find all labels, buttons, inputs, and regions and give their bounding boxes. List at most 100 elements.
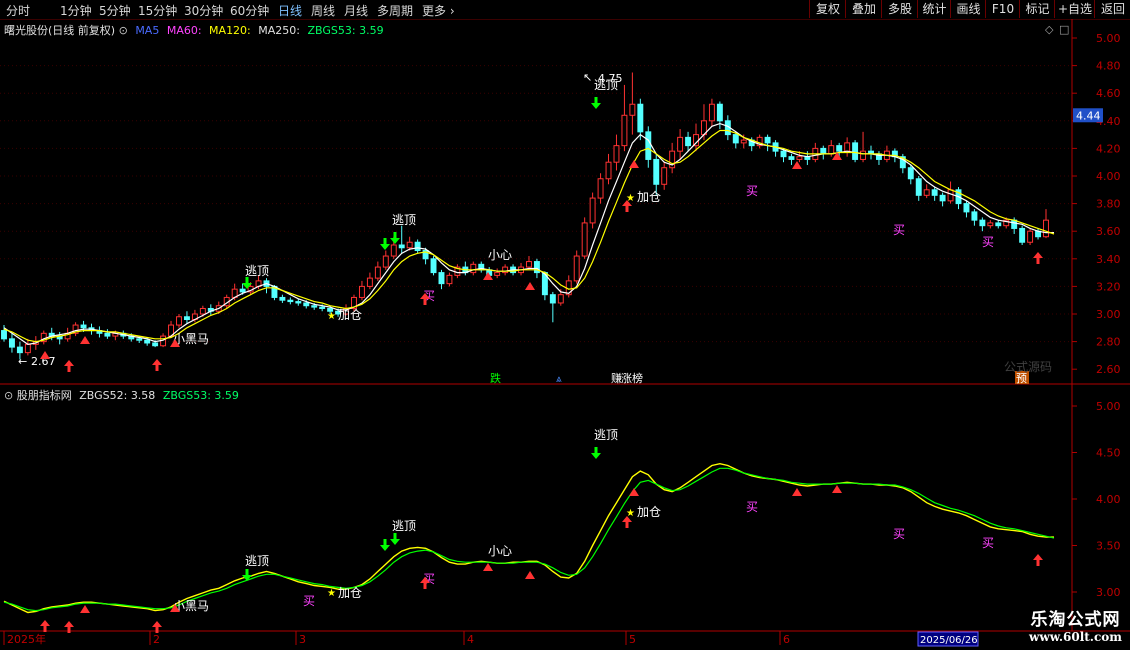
date-label: 2025年 [7, 632, 46, 646]
rank-marker: 涨榜 [621, 371, 643, 385]
high-arrow-icon: ↖ [583, 71, 592, 84]
candle-body [398, 244, 405, 249]
candle-body [80, 324, 87, 329]
tab-5min[interactable]: 5分钟 [99, 2, 131, 19]
date-label: 4 [467, 633, 474, 646]
button-statistics[interactable]: 统计 [917, 0, 951, 18]
candle-body [971, 211, 978, 221]
triangle-marker [629, 160, 639, 168]
zbgs53-value: ZBGS53: 3.59 [162, 389, 239, 402]
period-toolbar: 分时 1分钟 5分钟 15分钟 30分钟 60分钟 日线 周线 月线 多周期 更… [0, 0, 1130, 20]
candle-body [8, 338, 15, 348]
candle-body [1043, 219, 1049, 238]
down-arrow-icon [591, 97, 601, 109]
button-draw-line[interactable]: 画线 [950, 0, 986, 18]
candle-body [708, 103, 715, 122]
candle-body [319, 306, 326, 309]
buy-label: 买 [982, 235, 994, 249]
candle-body [295, 301, 302, 304]
price-tick-label: 4.20 [1096, 142, 1121, 155]
tab-weekly[interactable]: 周线 [311, 2, 335, 19]
candle-body [589, 197, 596, 224]
zbgs52-value: ZBGS52: 3.58 [79, 389, 156, 402]
candle-body [629, 103, 636, 116]
settings-icon[interactable]: ⊙ [4, 389, 13, 402]
candle-body [844, 142, 851, 152]
candle-body [382, 255, 389, 268]
candle-body [1, 330, 7, 340]
candle-body [494, 272, 501, 276]
candle-body [947, 189, 954, 202]
tab-more[interactable]: 更多 › [422, 2, 455, 19]
candle-body [152, 342, 159, 347]
button-add-watchlist[interactable]: +自选 [1054, 0, 1095, 18]
date-cursor-label: 2025/06/26 [920, 635, 978, 646]
tab-daily[interactable]: 日线 [278, 2, 302, 19]
tab-15min[interactable]: 15分钟 [138, 2, 177, 19]
candle-body [995, 222, 1002, 227]
candle-body [860, 150, 867, 160]
candle-body [939, 194, 946, 202]
price-axis: 5.004.804.604.404.204.003.803.603.403.20… [1045, 23, 1121, 599]
candle-body [183, 316, 190, 321]
date-label: 3 [299, 633, 306, 646]
add-position-label: 加仓 [338, 586, 362, 600]
tab-30min[interactable]: 30分钟 [184, 2, 223, 19]
candle-body [438, 272, 445, 285]
zbgs53-value: ZBGS53: 3.59 [307, 24, 384, 37]
candle-body [605, 161, 612, 180]
button-restore-right[interactable]: 复权 [809, 0, 846, 18]
settings-icon[interactable]: ⊙ [119, 24, 128, 37]
sub-signal-marks: 逃顶逃顶逃顶加仓★加仓★买买买买买小心小黑马 [40, 428, 1043, 633]
candle-body [653, 158, 660, 185]
up-arrow-icon [1033, 554, 1043, 566]
candle-body [414, 241, 421, 252]
candle-body [581, 222, 588, 257]
button-mark[interactable]: 标记 [1019, 0, 1055, 18]
add-position-label: 加仓 [637, 505, 661, 519]
candlesticks [1, 72, 1049, 360]
button-overlay[interactable]: 叠加 [845, 0, 882, 18]
careful-label: 小心 [488, 248, 512, 262]
buy-label: 买 [746, 500, 758, 514]
candle-body [366, 277, 373, 287]
tab-timeshare[interactable]: 分时 [6, 2, 30, 19]
sub-tick-label: 4.50 [1096, 447, 1121, 460]
candle-body [764, 136, 771, 144]
diamond-icon: ◇ [1045, 23, 1054, 36]
add-position-label: 加仓 [637, 190, 661, 204]
candle-body [526, 261, 532, 268]
candle-body [557, 294, 564, 304]
ma5-label: MA5 [135, 24, 160, 37]
indicator-title: 股朋指标网 [16, 389, 72, 402]
button-f10[interactable]: F10 [985, 0, 1020, 18]
double-up-icon: ⩓ [556, 374, 562, 385]
date-label: 2 [153, 633, 160, 646]
candle-body [446, 274, 453, 285]
candle-body [740, 139, 747, 144]
price-tick-label: 3.00 [1096, 308, 1121, 321]
button-back[interactable]: 返回 [1094, 0, 1130, 18]
triangle-marker [832, 485, 842, 493]
candle-body [358, 285, 365, 298]
top-label: 逃顶 [245, 264, 269, 278]
tab-60min[interactable]: 60分钟 [230, 2, 269, 19]
triangle-marker [792, 488, 802, 496]
chart-area[interactable]: 逃顶↖ 4.75逃顶逃顶加仓★加仓★买买买买小心小黑马← 2.67跌 ⩓ 赚涨榜 预公式源… [0, 19, 1130, 650]
stock-title: 曙光股份(日线 前复权) [4, 24, 116, 37]
careful-label: 小心 [488, 544, 512, 558]
price-tick-label: 3.60 [1096, 225, 1121, 238]
top-label: 逃顶 [245, 554, 269, 568]
down-arrow-icon [390, 232, 400, 244]
candle-body [685, 136, 692, 147]
buy-label: 买 [893, 527, 905, 541]
down-arrow-icon [390, 533, 400, 545]
candle-body [732, 134, 739, 144]
button-multi-stock[interactable]: 多股 [881, 0, 918, 18]
fall-marker: 跌 [490, 371, 501, 385]
candle-body [828, 145, 835, 155]
tab-monthly[interactable]: 月线 [344, 2, 368, 19]
tab-multi-period[interactable]: 多周期 [377, 2, 413, 19]
tab-1min[interactable]: 1分钟 [60, 2, 92, 19]
high-price-label: 4.75 [598, 72, 623, 85]
